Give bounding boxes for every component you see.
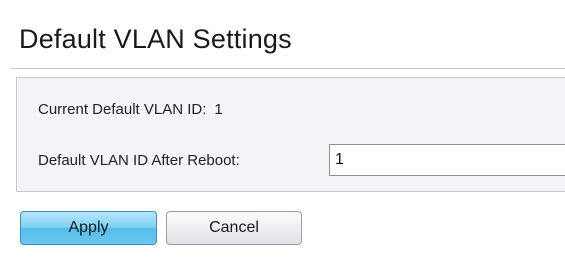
current-vlan-value: 1 [214, 101, 223, 118]
current-vlan-row: Current Default VLAN ID: 1 [38, 101, 223, 118]
cancel-button[interactable]: Cancel [166, 211, 302, 245]
after-reboot-vlan-label: Default VLAN ID After Reboot: [38, 152, 240, 169]
current-vlan-label: Current Default VLAN ID: [38, 101, 207, 118]
apply-button[interactable]: Apply [20, 211, 157, 245]
default-vlan-settings-page: Default VLAN Settings Current Default VL… [0, 0, 565, 262]
page-title: Default VLAN Settings [19, 24, 292, 54]
settings-panel: Current Default VLAN ID: 1 Default VLAN I… [16, 77, 565, 192]
title-divider [10, 68, 565, 69]
after-reboot-vlan-input[interactable] [329, 144, 565, 176]
